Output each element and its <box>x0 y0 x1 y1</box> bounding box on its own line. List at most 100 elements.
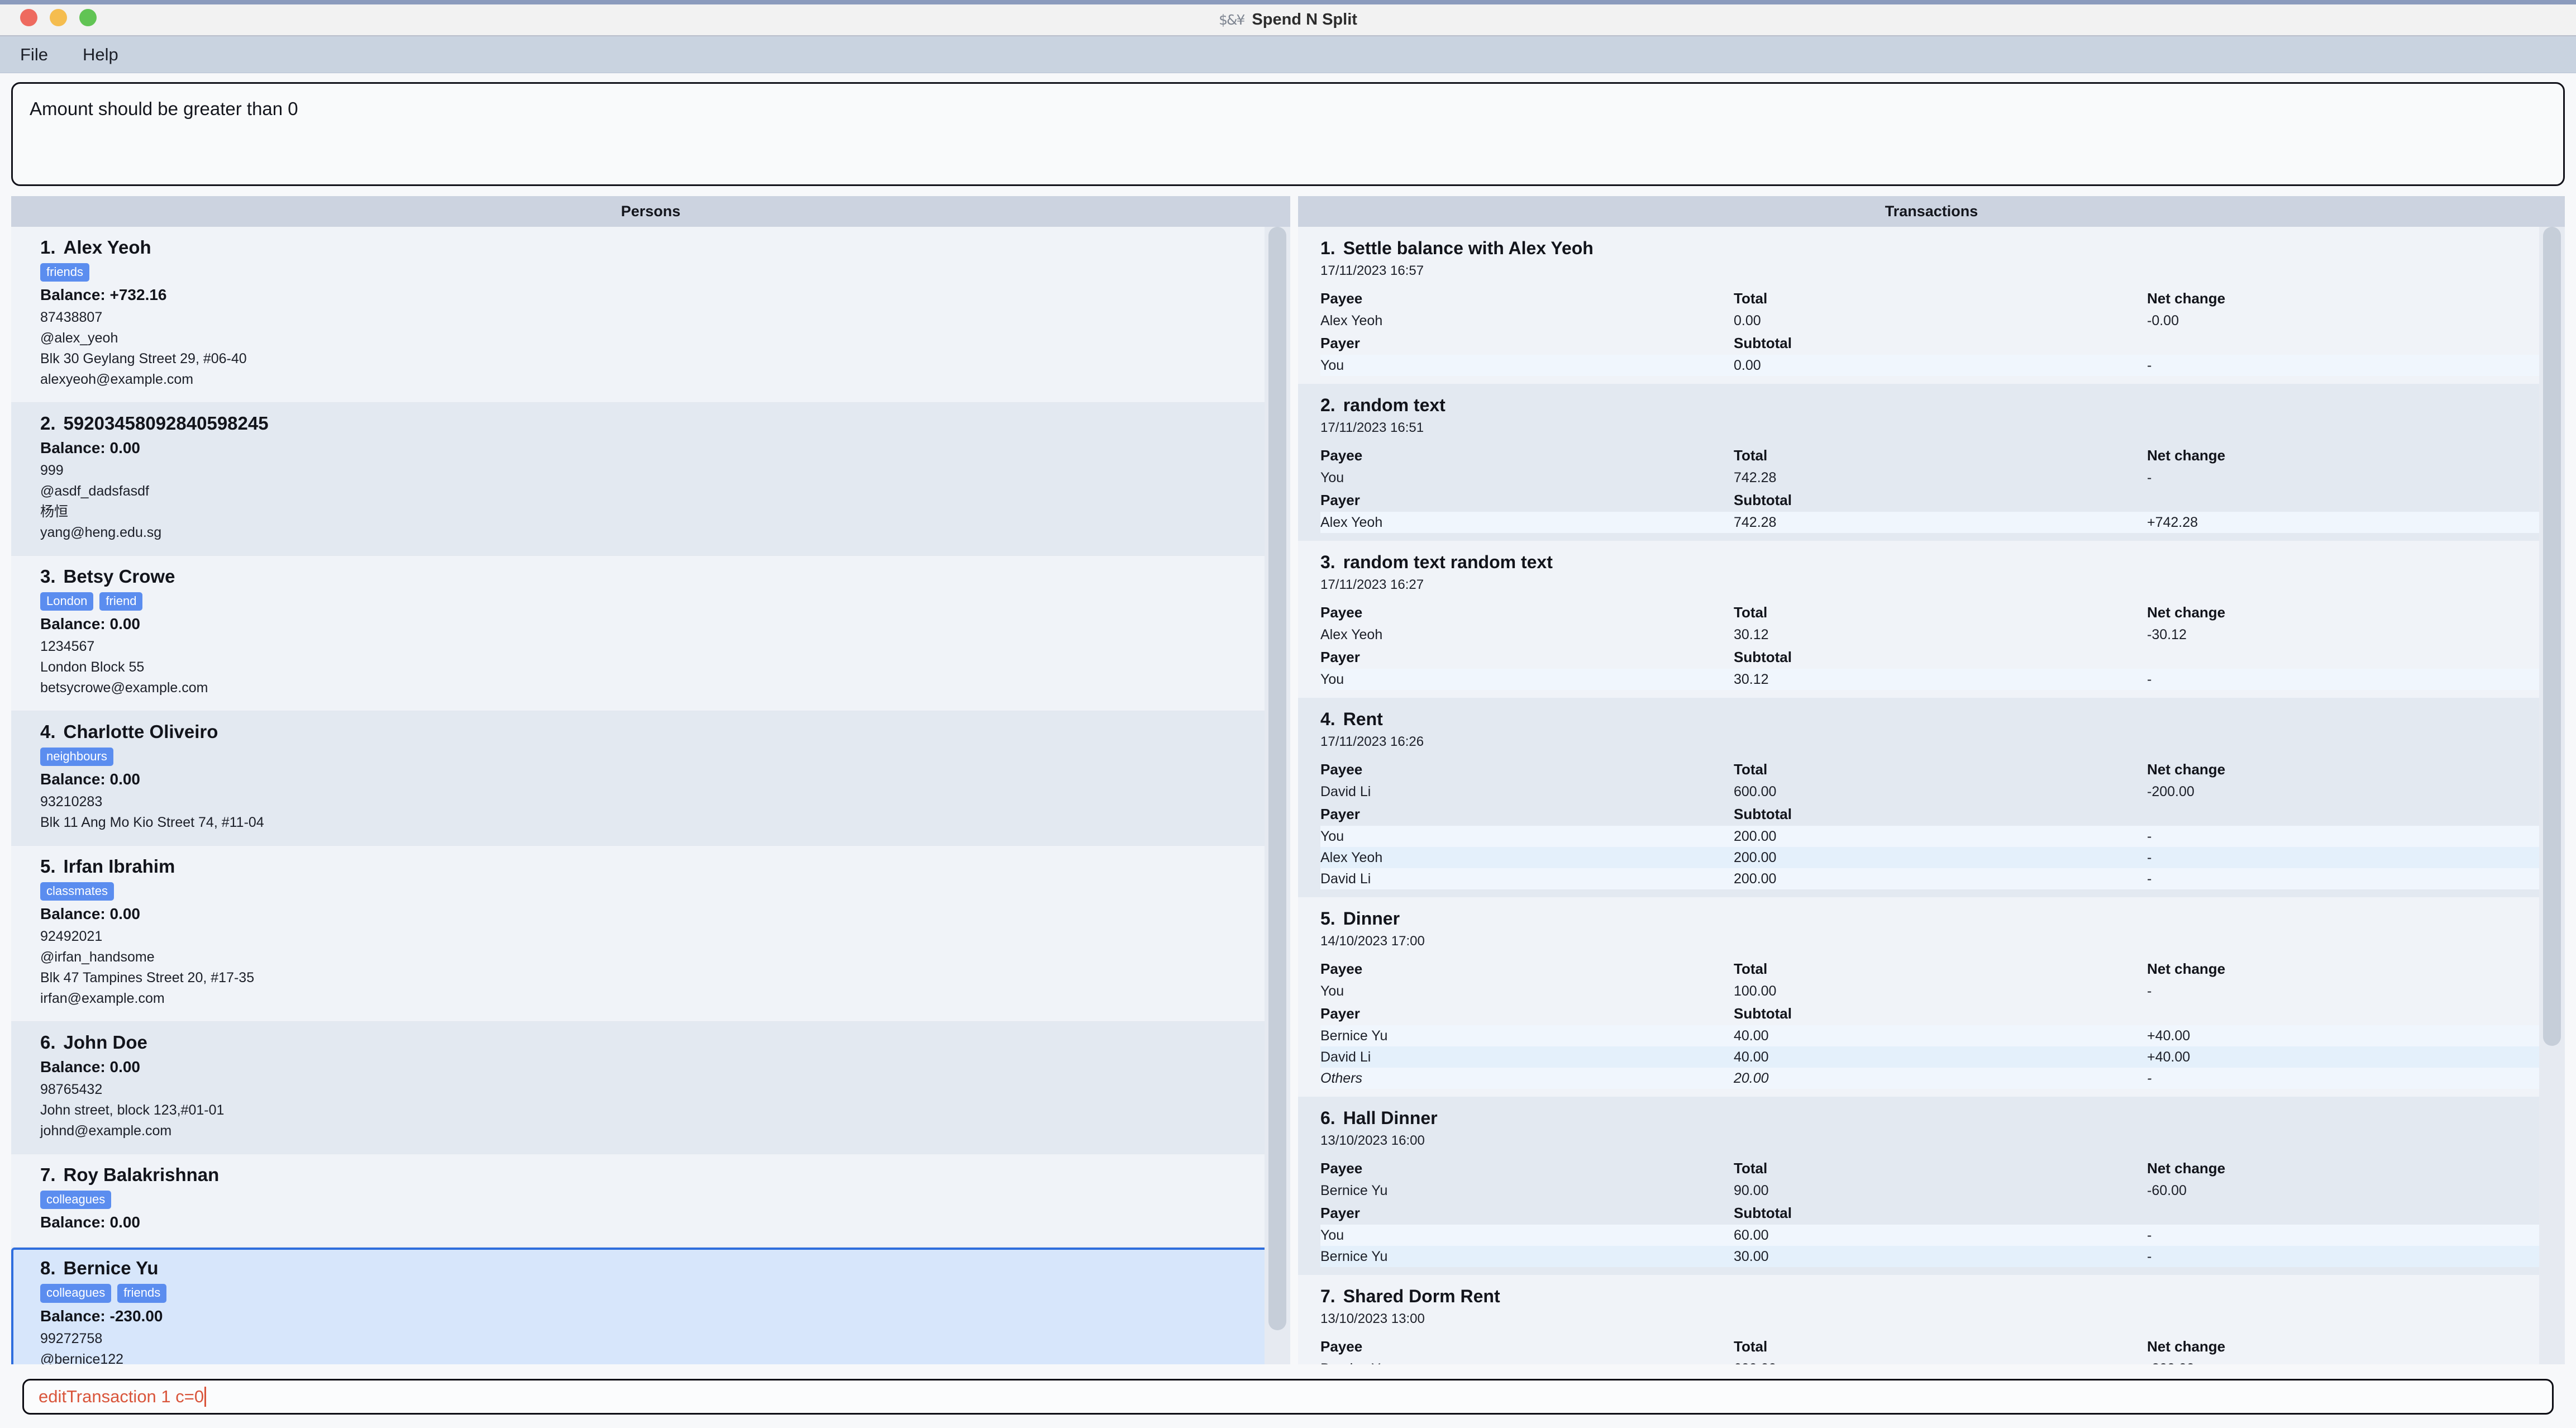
transaction-header-row: Payer Subtotal <box>1320 1201 2542 1225</box>
transaction-row: You 30.12 - <box>1320 669 2542 690</box>
person-index: 3. <box>40 566 56 587</box>
title-bar: $&¥ Spend N Split <box>0 0 2576 36</box>
transaction-row: You 60.00 - <box>1320 1225 2542 1246</box>
transactions-scrollbar-thumb[interactable] <box>2543 227 2561 1046</box>
person-card[interactable]: 5. Irfan Ibrahim classmates Balance: 0.00 92… <box>11 846 1290 1022</box>
person-detail-line: 92492021 <box>40 929 103 945</box>
transaction-table: Payee Total Net change You 742.28 - Payer Subto… <box>1320 444 2542 533</box>
person-name: 1. Alex Yeoh <box>40 237 1271 258</box>
transaction-datetime: 17/11/2023 16:26 <box>1320 734 1424 749</box>
persons-list[interactable]: 1. Alex Yeoh friends Balance: +732.16 874388… <box>11 227 1290 1364</box>
menu-item-file[interactable]: File <box>15 41 54 68</box>
command-input[interactable]: editTransaction 1 c=0 <box>39 1387 204 1407</box>
transaction-datetime: 14/10/2023 17:00 <box>1320 934 1425 949</box>
person-tag: neighbours <box>40 748 113 767</box>
transaction-card[interactable]: 5. Dinner 14/10/2023 17:00 Payee Total Net ch… <box>1298 897 2565 1097</box>
person-detail-line: 98765432 <box>40 1082 103 1098</box>
transactions-list[interactable]: 1. Settle balance with Alex Yeoh 17/11/202… <box>1298 227 2565 1364</box>
command-input-box[interactable]: editTransaction 1 c=0 <box>22 1379 2554 1415</box>
command-bar: editTransaction 1 c=0 <box>11 1372 2565 1428</box>
payee-header: Payee <box>1320 1337 1363 1355</box>
payer-net-change: - <box>2147 870 2152 887</box>
transaction-header-row: Payer Subtotal <box>1320 645 2542 669</box>
transaction-title: 4. Rent <box>1320 709 2542 730</box>
transaction-title: 1. Settle balance with Alex Yeoh <box>1320 238 2542 259</box>
transaction-table: Payee Total Net change Bernice Yu 90.00 -60.0… <box>1320 1156 2542 1267</box>
zoom-button[interactable] <box>79 9 97 26</box>
person-name: 3. Betsy Crowe <box>40 566 1271 587</box>
transaction-card[interactable]: 6. Hall Dinner 13/10/2023 16:00 Payee Total N… <box>1298 1097 2565 1275</box>
persons-scrollbar-thumb[interactable] <box>1268 227 1286 1330</box>
persons-panel: Persons 1. Alex Yeoh friends Balance: +732.… <box>11 196 1290 1364</box>
payee-header: Payee <box>1320 603 1363 621</box>
payee-name: David Li <box>1320 783 1371 799</box>
text-caret <box>204 1387 207 1407</box>
transaction-title: 7. Shared Dorm Rent <box>1320 1286 2542 1307</box>
payee-total: 100.00 <box>1734 983 1777 999</box>
person-index: 6. <box>40 1032 56 1053</box>
payer-net-change: - <box>2147 357 2152 373</box>
transaction-header-row: Payee Total Net change <box>1320 1156 2542 1180</box>
payer-name: You <box>1320 671 1344 687</box>
transaction-datetime: 17/11/2023 16:57 <box>1320 263 1424 278</box>
transaction-header-row: Payee Total Net change <box>1320 601 2542 624</box>
payer-header: Payer <box>1320 491 1360 508</box>
transactions-scrollbar[interactable] <box>2539 227 2565 1364</box>
payee-net-change: -30.12 <box>2147 626 2187 642</box>
payee-total: 600.00 <box>1734 783 1777 799</box>
person-card[interactable]: 2. 59203458092840598245 Balance: 0.00 999 @a… <box>11 403 1290 556</box>
person-detail-line: London Block 55 <box>40 659 145 675</box>
payer-net-change: - <box>2147 849 2152 865</box>
window-controls <box>20 9 97 26</box>
person-name-text: Betsy Crowe <box>63 566 175 587</box>
person-name-text: 59203458092840598245 <box>63 413 269 434</box>
person-card[interactable]: 8. Bernice Yu colleagues friends Balance: -2… <box>11 1248 1290 1364</box>
transaction-row: Alex Yeoh 30.12 -30.12 <box>1320 624 2542 645</box>
net-change-header: Net change <box>2147 1159 2226 1177</box>
transaction-row: You 100.00 - <box>1320 980 2542 1002</box>
person-tag-list: friends <box>40 263 1271 282</box>
transaction-card[interactable]: 7. Shared Dorm Rent 13/10/2023 13:00 Payee T… <box>1298 1275 2565 1364</box>
transaction-card[interactable]: 3. random text random text 17/11/2023 16:2… <box>1298 541 2565 698</box>
transaction-card[interactable]: 1. Settle balance with Alex Yeoh 17/11/202… <box>1298 227 2565 384</box>
subtotal-header: Subtotal <box>1734 491 1792 508</box>
minimize-button[interactable] <box>50 9 67 26</box>
menu-item-help[interactable]: Help <box>77 41 124 68</box>
transaction-index: 4. <box>1320 709 1335 729</box>
person-detail-line: @alex_yeoh <box>40 330 118 346</box>
net-change-header: Net change <box>2147 1337 2226 1355</box>
person-detail-line: 93210283 <box>40 794 103 810</box>
person-name-text: John Doe <box>63 1032 147 1053</box>
persons-scrollbar[interactable] <box>1265 227 1290 1364</box>
person-name-text: Roy Balakrishnan <box>63 1164 220 1186</box>
close-button[interactable] <box>20 9 37 26</box>
person-detail-line: John street, block 123,#01-01 <box>40 1102 225 1118</box>
person-card[interactable]: 1. Alex Yeoh friends Balance: +732.16 874388… <box>11 227 1290 403</box>
net-change-header: Net change <box>2147 289 2226 307</box>
person-card[interactable]: 6. John Doe Balance: 0.00 98765432 John stre… <box>11 1022 1290 1155</box>
payee-name: You <box>1320 469 1344 485</box>
transactions-list-wrap: 1. Settle balance with Alex Yeoh 17/11/202… <box>1298 227 2565 1364</box>
payer-net-change: - <box>2147 671 2152 687</box>
payee-total: 0.00 <box>1734 312 1761 329</box>
result-message: Amount should be greater than 0 <box>30 98 298 119</box>
transaction-title-text: Shared Dorm Rent <box>1343 1286 1500 1306</box>
person-tag: friends <box>40 263 90 282</box>
person-balance: Balance: 0.00 <box>40 1058 140 1076</box>
person-balance: Balance: 0.00 <box>40 770 140 788</box>
transaction-row: You 742.28 - <box>1320 467 2542 488</box>
payee-name: Alex Yeoh <box>1320 626 1383 642</box>
net-change-header: Net change <box>2147 603 2226 621</box>
transaction-datetime: 13/10/2023 16:00 <box>1320 1133 1425 1148</box>
transaction-card[interactable]: 2. random text 17/11/2023 16:51 Payee Total N… <box>1298 384 2565 541</box>
person-detail-line: 999 <box>40 463 64 479</box>
payer-subtotal: 40.00 <box>1734 1049 1769 1065</box>
person-card[interactable]: 7. Roy Balakrishnan colleagues Balance: 0.0… <box>11 1154 1290 1248</box>
payee-name: Bernice Yu <box>1320 1182 1388 1198</box>
person-detail-line: alexyeoh@example.com <box>40 372 194 388</box>
person-card[interactable]: 4. Charlotte Oliveiro neighbours Balance: 0… <box>11 711 1290 846</box>
transaction-datetime: 17/11/2023 16:51 <box>1320 420 1424 435</box>
person-card[interactable]: 3. Betsy Crowe London friend Balance: 0.00 12… <box>11 556 1290 712</box>
transaction-index: 6. <box>1320 1108 1335 1128</box>
transaction-card[interactable]: 4. Rent 17/11/2023 16:26 Payee Total Net chan… <box>1298 698 2565 897</box>
